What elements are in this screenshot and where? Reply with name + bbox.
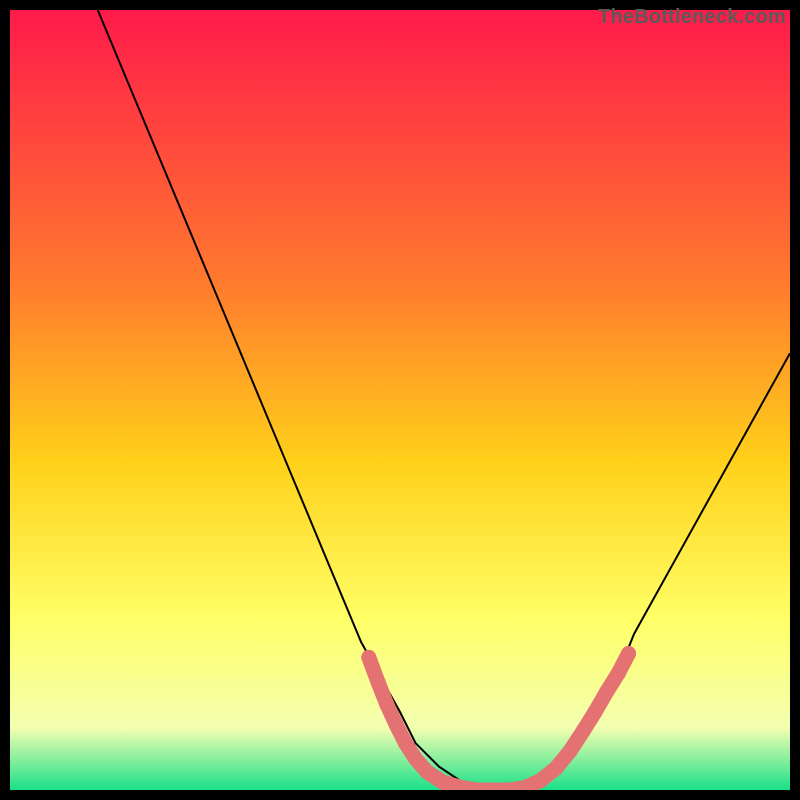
- marker-dot: [361, 650, 376, 665]
- marker-dot: [576, 723, 591, 738]
- marker-dot: [563, 744, 578, 759]
- marker-dot: [549, 761, 564, 776]
- marker-dot: [398, 736, 413, 751]
- marker-dot: [379, 697, 394, 712]
- marker-dot: [599, 684, 614, 699]
- marker-dot: [588, 705, 603, 720]
- marker-dot: [533, 773, 548, 788]
- marker-dot: [420, 765, 435, 780]
- chart-svg: [10, 10, 790, 790]
- marker-dot: [611, 666, 626, 681]
- marker-dot: [435, 775, 450, 790]
- marker-dot: [621, 646, 636, 661]
- chart-frame: TheBottleneck.com: [0, 0, 800, 800]
- marker-dot: [389, 717, 404, 732]
- marker-dot: [408, 751, 423, 766]
- watermark-text: TheBottleneck.com: [598, 6, 786, 29]
- marker-dot: [371, 675, 386, 690]
- gradient-background: [10, 10, 790, 790]
